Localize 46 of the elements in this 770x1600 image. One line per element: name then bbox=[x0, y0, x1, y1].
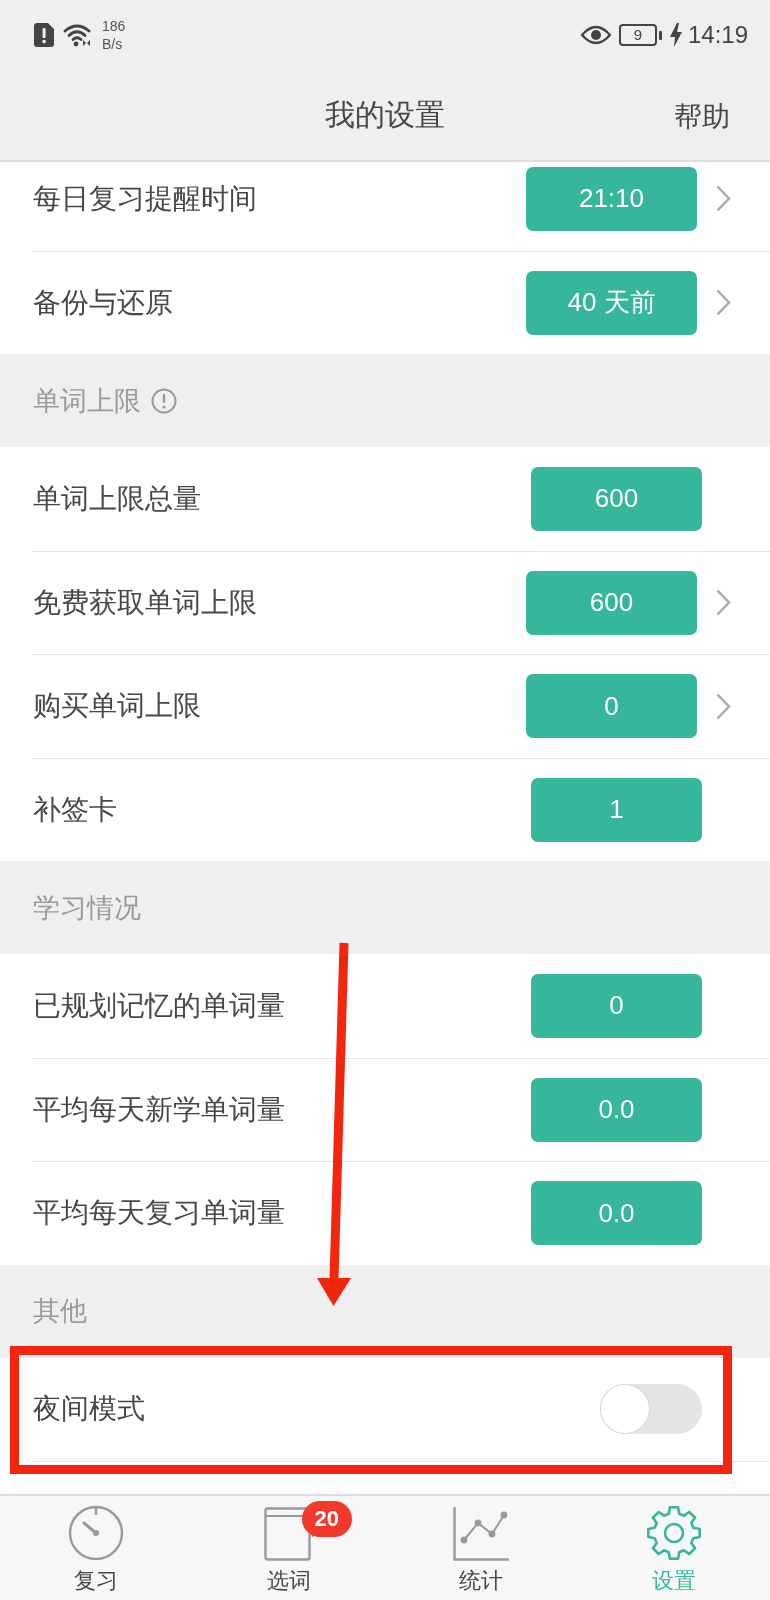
speed-unit: B/s bbox=[102, 35, 124, 53]
count-badge: 20 bbox=[301, 1501, 352, 1537]
value-button[interactable]: 600 bbox=[526, 570, 697, 635]
section-title: 单词上限 bbox=[33, 384, 141, 418]
setting-label: 免费获取单词上限 bbox=[33, 585, 258, 620]
setting-label: 补签卡 bbox=[33, 792, 118, 827]
battery-indicator: 9 bbox=[618, 24, 662, 46]
setting-label: 备份与还原 bbox=[33, 285, 174, 320]
section-title: 其他 bbox=[33, 1295, 87, 1328]
charging-bolt-icon bbox=[669, 23, 682, 47]
setting-label: 每日复习提醒时间 bbox=[33, 181, 258, 216]
line-chart-icon bbox=[453, 1507, 510, 1561]
tab[interactable]: 复习 bbox=[0, 1496, 193, 1600]
tab[interactable]: 设置 bbox=[577, 1496, 770, 1600]
dial-icon bbox=[68, 1505, 125, 1561]
value-button[interactable]: 1 bbox=[531, 777, 702, 842]
value-button[interactable]: 0.0 bbox=[531, 1181, 702, 1246]
setting-label: 平均每天复习单词量 bbox=[33, 1196, 286, 1231]
setting-label: 平均每天新学单词量 bbox=[33, 1092, 286, 1127]
chevron-right-icon[interactable] bbox=[716, 185, 731, 213]
tab[interactable]: 统计 bbox=[385, 1496, 578, 1600]
value-button[interactable]: 0 bbox=[531, 973, 702, 1038]
chevron-right-icon[interactable] bbox=[716, 589, 731, 617]
setting-label: 已规划记忆的单词量 bbox=[33, 988, 286, 1023]
setting-label: 购买单词上限 bbox=[33, 689, 202, 724]
settings-icon bbox=[645, 1505, 702, 1561]
clock-time: 14:19 bbox=[687, 21, 748, 49]
chevron-right-icon[interactable] bbox=[716, 692, 731, 720]
tab[interactable]: 选词 20 bbox=[192, 1496, 385, 1600]
value-button[interactable]: 0 bbox=[526, 674, 697, 739]
setting-label: 单词上限总量 bbox=[33, 481, 202, 516]
sim-alert-icon bbox=[34, 23, 54, 47]
value-button[interactable]: 0.0 bbox=[531, 1077, 702, 1142]
wifi-icon bbox=[63, 23, 91, 47]
section-title: 学习情况 bbox=[33, 891, 141, 925]
value-button[interactable]: 600 bbox=[531, 466, 702, 531]
chevron-right-icon[interactable] bbox=[716, 289, 731, 317]
value-button[interactable]: 40 天前 bbox=[526, 270, 697, 335]
info-icon[interactable] bbox=[151, 387, 177, 414]
value-button[interactable]: 21:10 bbox=[526, 166, 697, 231]
toggle-switch[interactable] bbox=[600, 1384, 702, 1435]
network-speed: 186 bbox=[102, 17, 126, 35]
help-link[interactable]: 帮助 bbox=[674, 98, 730, 136]
page-title: 我的设置 bbox=[325, 96, 445, 133]
eye-icon bbox=[580, 25, 611, 45]
setting-label: 夜间模式 bbox=[33, 1392, 146, 1427]
